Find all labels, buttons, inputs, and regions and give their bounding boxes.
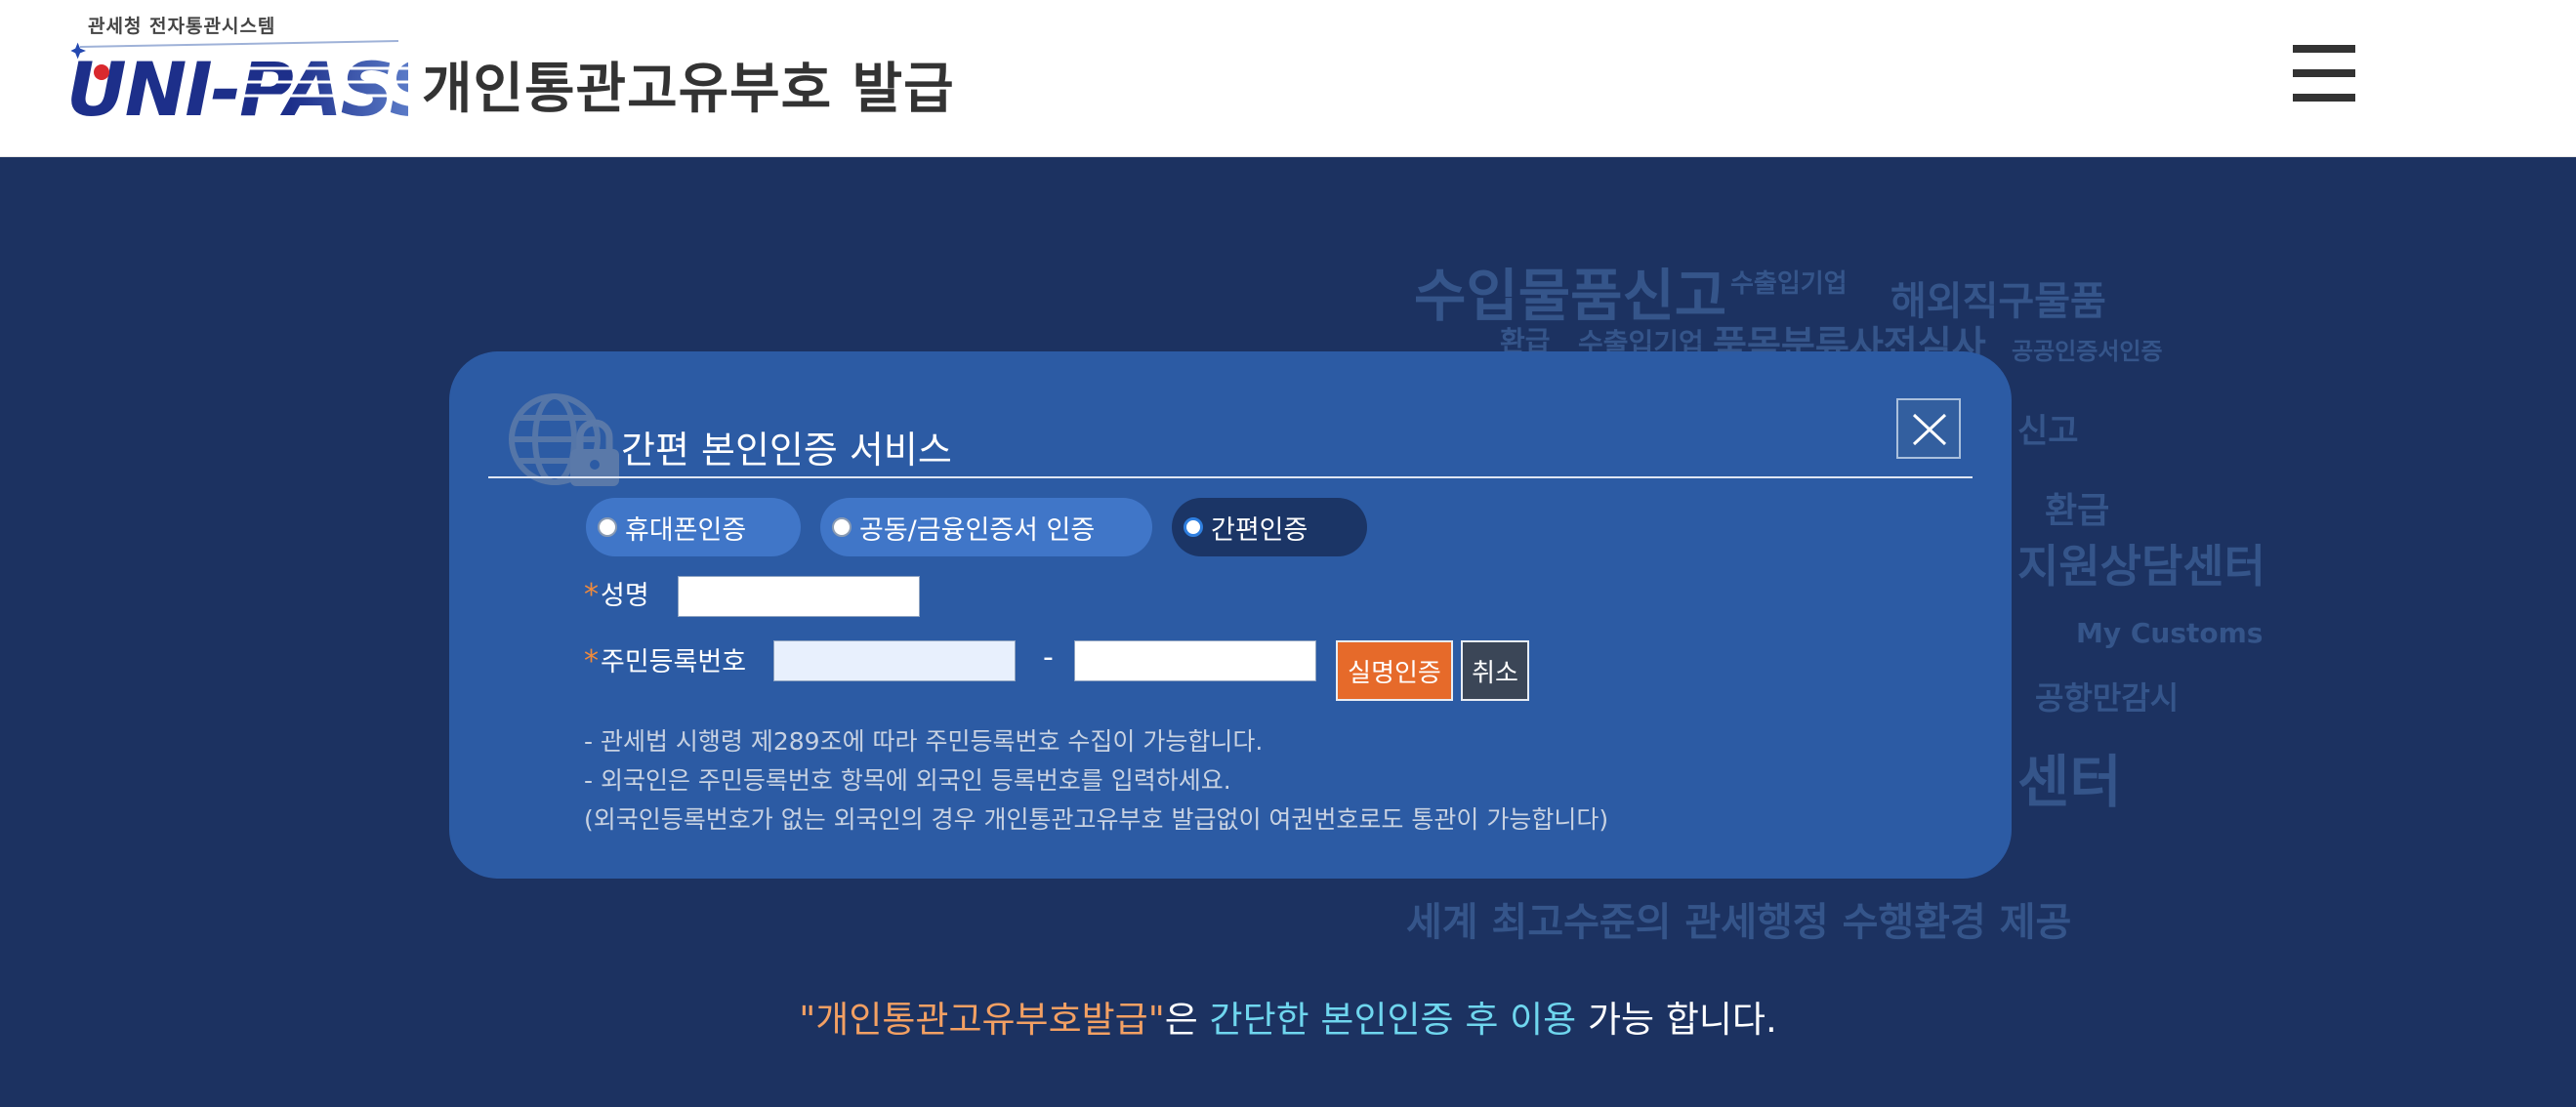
unipass-logo[interactable]: UNI-PASS — [66, 39, 408, 127]
rrn-second-input[interactable] — [1074, 640, 1316, 681]
tagline-highlight: 간단한 본인인증 후 이용 — [1209, 999, 1577, 1041]
globe-lock-icon — [509, 393, 619, 486]
cloud-word: 수출입기업 — [1730, 269, 1848, 299]
tagline-service-name: "개인통관고유부호발급" — [799, 999, 1165, 1041]
rrn-separator: - — [1043, 640, 1054, 675]
name-input[interactable] — [678, 576, 920, 617]
radio-button[interactable] — [832, 517, 852, 537]
radio-label: 간편인증 — [1211, 514, 1309, 546]
hamburger-menu-icon[interactable] — [2293, 43, 2355, 103]
page-heading: 개인통관고유부호 발급 — [422, 58, 955, 121]
modal-title: 간편 본인인증 서비스 — [621, 429, 952, 472]
verify-button[interactable]: 실명인증 — [1336, 640, 1453, 701]
required-mark: * — [584, 644, 599, 678]
name-label-text: 성명 — [601, 581, 649, 611]
cloud-word: 지원상담센터 — [2017, 540, 2265, 593]
auth-modal: 간편 본인인증 서비스 휴대폰인증 공동/금융인증서 인증 간편인증 *성명 *… — [449, 351, 2012, 879]
cloud-word: 환급 — [2045, 491, 2110, 531]
note-line: - 외국인은 주민등록번호 항목에 외국인 등록번호를 입력하세요. — [584, 766, 1231, 795]
rrn-first-input[interactable] — [773, 640, 1016, 681]
top-header: 관세청 전자통관시스템 UNI-PASS 개인통관고유부호 발급 — [0, 0, 2576, 157]
radio-simple-auth[interactable]: 간편인증 — [1172, 498, 1367, 556]
close-icon — [1912, 413, 1947, 446]
cloud-word: 수입물품신고 — [1414, 263, 1727, 329]
radio-button[interactable] — [598, 517, 617, 537]
cloud-word: 세계 최고수준의 관세행정 수행환경 제공 — [1406, 900, 2072, 945]
note-line: (외국인등록번호가 없는 외국인의 경우 개인통관고유부호 발급없이 여권번호로… — [584, 805, 1609, 834]
radio-label: 휴대폰인증 — [625, 514, 747, 546]
radio-certificate-auth[interactable]: 공동/금융인증서 인증 — [820, 498, 1152, 556]
required-mark: * — [584, 578, 599, 612]
radio-button-selected[interactable] — [1184, 517, 1203, 537]
close-button[interactable] — [1896, 398, 1961, 459]
note-line: - 관세법 시행령 제289조에 따라 주민등록번호 수집이 가능합니다. — [584, 727, 1264, 756]
radio-phone-auth[interactable]: 휴대폰인증 — [586, 498, 801, 556]
cloud-word: 공공인증서인증 — [2012, 338, 2163, 365]
tagline-particle: 은 — [1164, 999, 1210, 1041]
cancel-button[interactable]: 취소 — [1461, 640, 1529, 701]
cloud-word: 해외직구물품 — [1890, 279, 2106, 324]
cloud-word: 신고 — [2017, 412, 2079, 451]
radio-label: 공동/금융인증서 인증 — [859, 514, 1096, 546]
system-label: 관세청 전자통관시스템 — [88, 16, 276, 37]
tagline-end: 가능 합니다. — [1576, 999, 1777, 1041]
cloud-word: 센터 — [2017, 749, 2122, 815]
rrn-label-text: 주민등록번호 — [601, 647, 747, 677]
cloud-word: My Customs — [2076, 617, 2264, 649]
cloud-word: 공항만감시 — [2035, 679, 2180, 717]
service-tagline: "개인통관고유부호발급"은 간단한 본인인증 후 이용 가능 합니다. — [0, 990, 2576, 1043]
svg-text:UNI-PASS: UNI-PASS — [66, 46, 408, 127]
rrn-label: *주민등록번호 — [584, 640, 746, 678]
name-label: *성명 — [584, 574, 649, 612]
modal-divider — [488, 476, 1973, 478]
